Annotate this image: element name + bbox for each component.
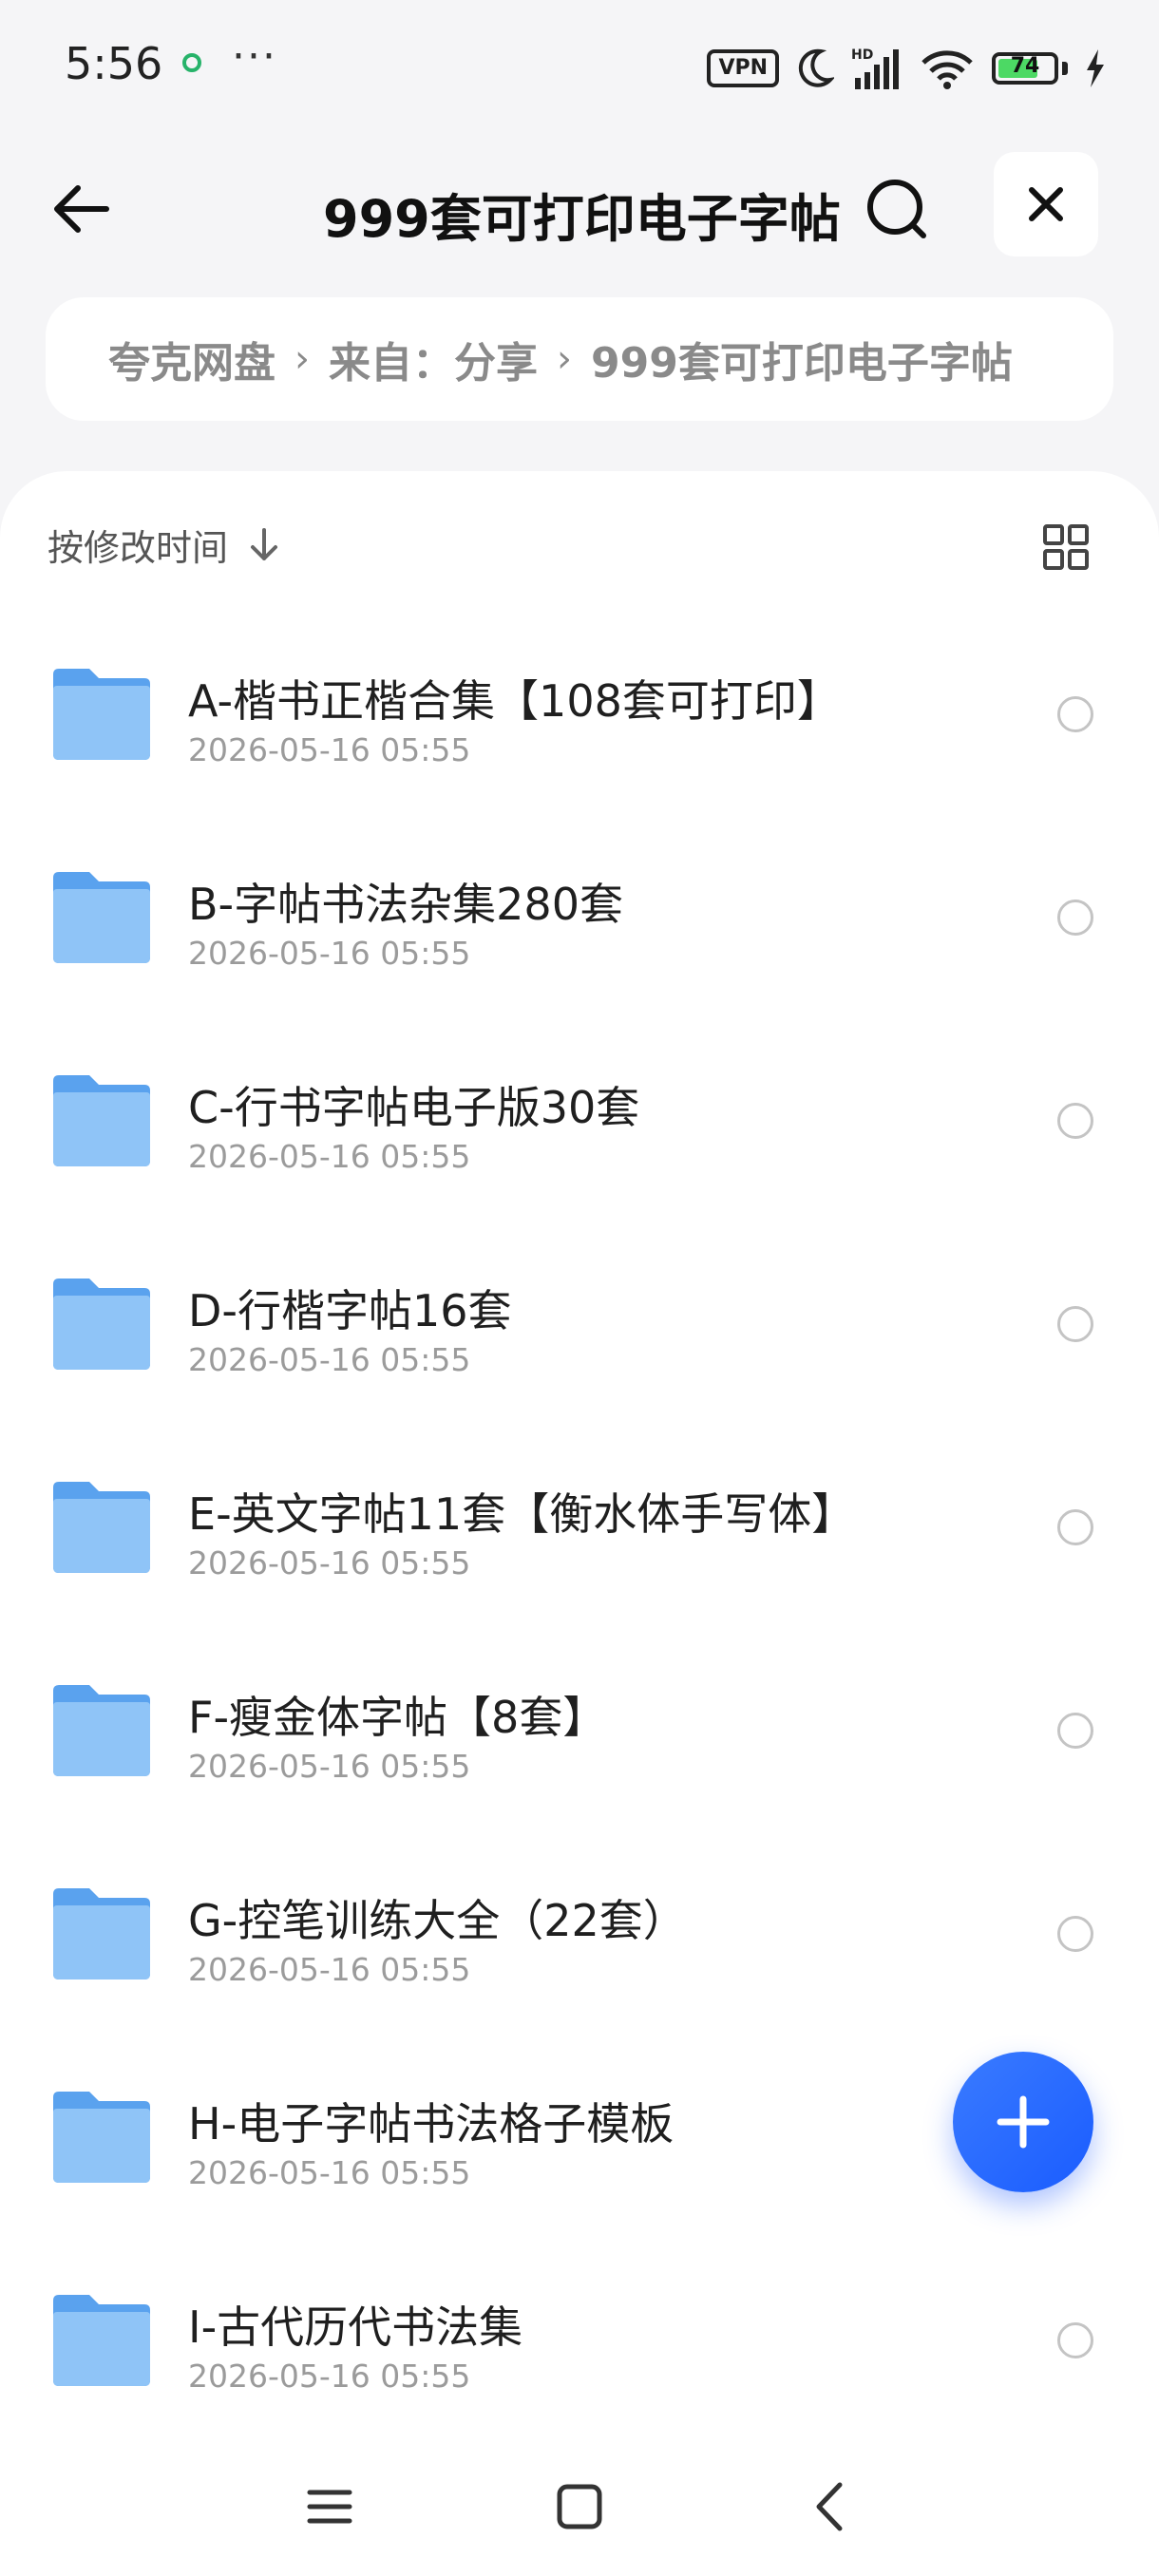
select-checkbox[interactable] xyxy=(1057,2322,1093,2358)
status-time: 5:56 xyxy=(65,38,163,89)
file-row[interactable]: B-字帖书法杂集280套 2026-05-16 05:55 xyxy=(0,823,1159,1013)
breadcrumb-separator: › xyxy=(294,337,310,381)
select-checkbox[interactable] xyxy=(1057,1103,1093,1139)
battery-tip xyxy=(1062,62,1068,75)
page-title: 999套可打印电子字帖 xyxy=(323,189,841,249)
file-row[interactable]: D-行楷字帖16套 2026-05-16 05:55 xyxy=(0,1229,1159,1419)
notification-icon xyxy=(182,53,201,72)
breadcrumb-item-share[interactable]: 来自：分享 xyxy=(329,329,538,389)
add-button[interactable] xyxy=(953,2052,1093,2192)
file-date: 2026-05-16 05:55 xyxy=(188,1138,471,1175)
file-date: 2026-05-16 05:55 xyxy=(188,731,471,768)
file-name: B-字帖书法杂集280套 xyxy=(188,879,623,930)
folder-icon xyxy=(53,1888,150,1979)
select-checkbox[interactable] xyxy=(1057,1306,1093,1342)
back-nav-button[interactable] xyxy=(798,2473,864,2540)
file-name: D-行楷字帖16套 xyxy=(188,1285,512,1336)
home-button[interactable] xyxy=(546,2473,613,2540)
folder-icon xyxy=(53,872,150,963)
select-checkbox[interactable] xyxy=(1057,1916,1093,1952)
file-date: 2026-05-16 05:55 xyxy=(188,1748,471,1785)
sort-button[interactable]: 按修改时间 xyxy=(48,519,281,571)
file-date: 2026-05-16 05:55 xyxy=(188,1951,471,1988)
file-list-panel: 按修改时间 A-楷书正楷合集【108套可打印】 2026-05-16 05:55… xyxy=(0,471,1159,2576)
more-notifications: ··· xyxy=(232,32,277,81)
system-nav-bar xyxy=(0,2432,1159,2576)
breadcrumb-item-current[interactable]: 999套可打印电子字帖 xyxy=(591,329,1013,389)
home-square-icon xyxy=(557,2484,602,2529)
search-icon xyxy=(867,180,926,238)
folder-icon xyxy=(53,2092,150,2183)
close-button[interactable] xyxy=(994,152,1098,256)
close-icon xyxy=(1029,187,1063,221)
file-name: E-英文字帖11套【衡水体手写体】 xyxy=(188,1488,856,1540)
select-checkbox[interactable] xyxy=(1057,1713,1093,1749)
file-date: 2026-05-16 05:55 xyxy=(188,935,471,972)
file-row[interactable]: A-楷书正楷合集【108套可打印】 2026-05-16 05:55 xyxy=(0,619,1159,809)
signal-icon: HD xyxy=(851,47,899,89)
folder-icon xyxy=(53,1482,150,1573)
file-row[interactable]: I-古代历代书法集 2026-05-16 05:55 xyxy=(0,2245,1159,2435)
grid-view-icon xyxy=(1043,524,1089,570)
wifi-icon xyxy=(922,50,973,89)
folder-icon xyxy=(53,1075,150,1166)
header: 999套可打印电子字帖 xyxy=(0,142,1159,266)
select-checkbox[interactable] xyxy=(1057,696,1093,732)
file-row[interactable]: G-控笔训练大全（22套） 2026-05-16 05:55 xyxy=(0,1839,1159,2029)
back-button[interactable] xyxy=(44,171,120,247)
chevron-left-icon xyxy=(816,2482,843,2531)
vpn-badge: VPN xyxy=(707,49,779,87)
menu-button[interactable] xyxy=(296,2473,363,2540)
charging-icon xyxy=(1087,49,1104,87)
file-name: A-楷书正楷合集【108套可打印】 xyxy=(188,675,841,727)
file-name: I-古代历代书法集 xyxy=(188,2301,523,2353)
file-date: 2026-05-16 05:55 xyxy=(188,1544,471,1582)
folder-icon xyxy=(53,1279,150,1370)
moon-icon xyxy=(798,48,834,87)
file-row[interactable]: F-瘦金体字帖【8套】 2026-05-16 05:55 xyxy=(0,1636,1159,1826)
file-name: H-电子字帖书法格子模板 xyxy=(188,2098,674,2150)
file-date: 2026-05-16 05:55 xyxy=(188,1341,471,1378)
select-checkbox[interactable] xyxy=(1057,1509,1093,1545)
breadcrumb-item-root[interactable]: 夸克网盘 xyxy=(108,329,276,389)
battery-indicator: 74 xyxy=(992,52,1058,85)
select-checkbox[interactable] xyxy=(1057,900,1093,936)
folder-icon xyxy=(53,2295,150,2386)
sort-label: 按修改时间 xyxy=(48,527,229,569)
file-name: C-行书字帖电子版30套 xyxy=(188,1082,640,1133)
battery-level: 74 xyxy=(1010,54,1040,78)
arrow-down-icon xyxy=(251,527,278,560)
plus-icon xyxy=(997,2095,1050,2149)
search-button[interactable] xyxy=(855,171,940,247)
status-bar: 5:56 ··· VPN HD 74 xyxy=(0,0,1159,133)
folder-icon xyxy=(53,1685,150,1776)
svg-text:HD: HD xyxy=(851,47,873,63)
folder-icon xyxy=(53,669,150,760)
file-row[interactable]: E-英文字帖11套【衡水体手写体】 2026-05-16 05:55 xyxy=(0,1432,1159,1622)
menu-icon xyxy=(307,2490,352,2524)
file-name: F-瘦金体字帖【8套】 xyxy=(188,1692,607,1743)
file-row[interactable]: C-行书字帖电子版30套 2026-05-16 05:55 xyxy=(0,1026,1159,1216)
file-date: 2026-05-16 05:55 xyxy=(188,2358,471,2395)
file-date: 2026-05-16 05:55 xyxy=(188,2154,471,2191)
breadcrumb: 夸克网盘 › 来自：分享 › 999套可打印电子字帖 xyxy=(46,297,1113,421)
breadcrumb-separator: › xyxy=(557,337,572,381)
file-name: G-控笔训练大全（22套） xyxy=(188,1895,687,1946)
view-toggle-button[interactable] xyxy=(1039,521,1092,574)
arrow-left-icon xyxy=(54,185,109,233)
